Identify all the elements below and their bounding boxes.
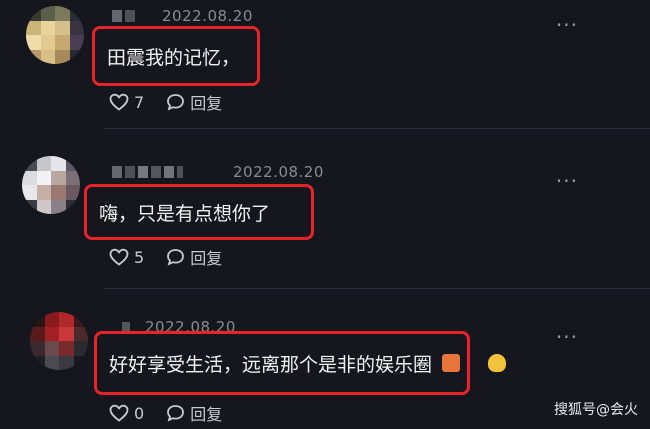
like-button[interactable]: 5 [109, 248, 144, 267]
more-options-icon[interactable]: ··· [556, 171, 578, 191]
comment-text-content: 嗨，只是有点想你了 [99, 202, 271, 225]
comment-actions: 5 回复 [109, 245, 222, 269]
comment-bubble-icon [167, 249, 185, 266]
like-button[interactable]: 7 [109, 93, 144, 112]
comment-text-content: 田震我的记忆， [107, 46, 241, 69]
comment-actions: 0 回复 [109, 401, 222, 425]
reply-button[interactable]: 回复 [166, 90, 222, 114]
heart-icon [109, 93, 129, 111]
username[interactable] [112, 164, 183, 180]
reply-button[interactable]: 回复 [166, 401, 222, 425]
comment-text: 好好享受生活，远离那个是非的娱乐圈 [94, 331, 470, 395]
avatar[interactable] [22, 156, 80, 214]
comment-actions: 7 回复 [109, 90, 222, 114]
heart-icon [109, 248, 129, 266]
heart-icon [109, 404, 129, 422]
like-count: 7 [134, 92, 145, 112]
reply-button[interactable]: 回复 [166, 245, 222, 269]
reply-label: 回复 [190, 94, 223, 113]
comment-bubble-icon [167, 94, 185, 111]
divider [104, 128, 650, 129]
like-button[interactable]: 0 [109, 404, 144, 423]
like-count: 5 [134, 247, 145, 267]
more-options-icon[interactable]: ··· [556, 15, 578, 35]
thumbs-up-emoji-icon [442, 354, 461, 372]
reply-label: 回复 [190, 405, 223, 424]
hand-emoji-icon [488, 354, 506, 372]
watermark: 搜狐号@会火 [554, 402, 638, 418]
comment-date: 2022.08.20 [233, 163, 324, 181]
like-count: 0 [134, 403, 145, 423]
comment-text-content: 好好享受生活，远离那个是非的娱乐圈 [109, 353, 433, 376]
username[interactable] [112, 8, 135, 24]
divider [104, 288, 650, 289]
more-options-icon[interactable]: ··· [556, 327, 578, 347]
avatar[interactable] [26, 6, 84, 64]
avatar[interactable] [30, 312, 88, 370]
comment-text: 田震我的记忆， [92, 26, 260, 86]
reply-label: 回复 [190, 249, 223, 268]
comment-bubble-icon [167, 405, 185, 422]
comment-date: 2022.08.20 [162, 7, 253, 25]
comment-text: 嗨，只是有点想你了 [84, 184, 314, 240]
